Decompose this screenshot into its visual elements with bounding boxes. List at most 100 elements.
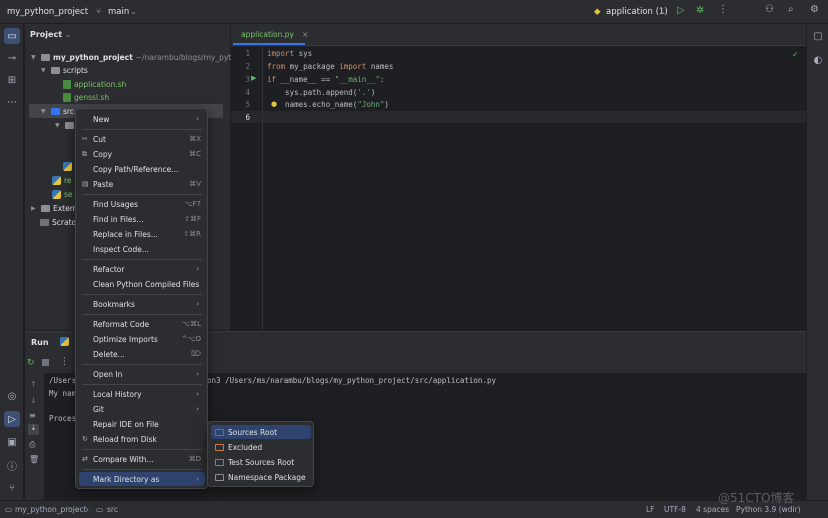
menu-item-reformat-code[interactable]: Reformat Code ⌥⌘L: [79, 317, 205, 331]
line-number: 1: [245, 49, 250, 58]
stop-icon[interactable]: [42, 359, 49, 366]
menu-item-cut[interactable]: ✂ Cut ⌘X: [79, 132, 205, 146]
tree-item-application-sh[interactable]: application.sh: [63, 78, 126, 91]
project-folder-icon[interactable]: ▭: [4, 28, 20, 44]
ai-assistant-icon[interactable]: ◐: [810, 52, 826, 68]
tree-item-label: src: [63, 107, 74, 116]
arrow-down-icon[interactable]: ↓: [30, 396, 37, 405]
folder-icon: ▭: [96, 505, 104, 514]
context-menu: New › ✂ Cut ⌘X ⧉ Copy ⌘C Copy Path/Reference.…: [75, 108, 208, 489]
chevron-down-icon[interactable]: ⌄: [659, 7, 666, 17]
indent[interactable]: 4 spaces: [696, 505, 729, 514]
menu-item-local-history[interactable]: Local History ›: [79, 387, 205, 401]
current-line-highlight: [231, 111, 806, 123]
menu-item-bookmarks[interactable]: Bookmarks ›: [79, 297, 205, 311]
tree-item-package[interactable]: ▼: [55, 119, 74, 132]
submenu-item-excluded[interactable]: Excluded: [211, 440, 311, 454]
debug-icon[interactable]: ✲: [696, 5, 704, 16]
submenu-item-namespace-package[interactable]: Namespace Package: [211, 470, 311, 484]
breadcrumb-folder[interactable]: src: [107, 505, 118, 514]
soft-wrap-icon[interactable]: ≡: [29, 411, 36, 420]
search-icon[interactable]: ⌕: [788, 4, 794, 15]
add-user-icon[interactable]: ⚇: [765, 4, 774, 15]
tree-item-setup[interactable]: se: [52, 188, 73, 201]
arrow-up-icon[interactable]: ↑: [30, 380, 37, 389]
cut-icon: ✂: [82, 135, 88, 143]
trash-icon[interactable]: 🗑: [29, 455, 39, 464]
menu-item-git[interactable]: Git ›: [79, 402, 205, 416]
run-icon[interactable]: ▷: [677, 5, 685, 16]
tree-item-requirements[interactable]: re: [52, 174, 72, 187]
menu-item-inspect-code[interactable]: Inspect Code...: [79, 242, 205, 256]
menu-item-open-in[interactable]: Open In ›: [79, 367, 205, 381]
tree-item-root[interactable]: ▼ my_python_project ~/narambu/blogs/my_pyt…: [31, 51, 249, 64]
encoding[interactable]: UTF-8: [664, 505, 686, 514]
menu-item-copy-path[interactable]: Copy Path/Reference...: [79, 162, 205, 176]
paste-icon: ▤: [82, 180, 89, 188]
more-horizontal-icon[interactable]: ⋯: [4, 94, 20, 110]
tree-item-python-file[interactable]: [63, 160, 72, 173]
gear-icon[interactable]: ⚙: [810, 4, 819, 15]
status-bar: ▭ my_python_project › ▭ src LF UTF-8 4 s…: [0, 500, 828, 518]
menu-item-new[interactable]: New ›: [79, 112, 205, 126]
menu-item-paste[interactable]: ▤ Paste ⌘V: [79, 177, 205, 191]
close-icon[interactable]: ×: [302, 30, 308, 39]
project-panel-title[interactable]: Project ⌄: [30, 30, 72, 39]
menu-item-copy[interactable]: ⧉ Copy ⌘C: [79, 147, 205, 161]
menu-separator: [82, 129, 202, 130]
tree-item-external-libraries[interactable]: ▶ Extern: [31, 202, 77, 215]
chevron-down-icon[interactable]: ⌄: [78, 7, 85, 17]
menu-separator: [82, 449, 202, 450]
run-gutter-icon[interactable]: ▶: [251, 74, 256, 82]
line-separator[interactable]: LF: [646, 505, 655, 514]
tab-application-py[interactable]: application.py ×: [233, 26, 308, 45]
run-tool-icon[interactable]: ▷: [4, 411, 20, 427]
structure-icon[interactable]: ⊞: [4, 72, 20, 88]
menu-item-delete[interactable]: Delete... ⌦: [79, 347, 205, 361]
menu-item-find-usages[interactable]: Find Usages ⌥F7: [79, 197, 205, 211]
more-icon[interactable]: ⋮: [60, 357, 69, 367]
tree-item-scratches[interactable]: Scrato: [40, 216, 76, 229]
menu-item-repair-ide[interactable]: Repair IDE on File: [79, 417, 205, 431]
submenu-item-sources-root[interactable]: Sources Root: [211, 425, 311, 439]
menu-item-replace-in-files[interactable]: Replace in Files... ⇧⌘R: [79, 227, 205, 241]
right-tool-strip: ▢ ◐: [806, 24, 828, 500]
terminal-icon[interactable]: ▣: [4, 434, 20, 450]
services-icon[interactable]: ◎: [4, 388, 20, 404]
tree-item-genssl-sh[interactable]: genssl.sh: [63, 91, 109, 104]
breadcrumb-project[interactable]: my_python_project: [15, 505, 87, 514]
submenu-item-test-sources-root[interactable]: Test Sources Root: [211, 455, 311, 469]
menu-item-reload-from-disk[interactable]: ↻ Reload from Disk: [79, 432, 205, 446]
left-tool-strip: ▭ ⊸ ⊞ ⋯ ◎ ▷ ▣ ⓘ ⑂: [0, 24, 24, 500]
menu-item-compare-with[interactable]: ⇄ Compare With... ⌘D: [79, 452, 205, 466]
tree-item-label: my_python_project: [53, 53, 133, 62]
commit-icon[interactable]: ⊸: [4, 50, 20, 66]
print-icon[interactable]: ⎙: [29, 440, 35, 450]
tree-item-label: genssl.sh: [74, 93, 110, 102]
scroll-to-end-icon[interactable]: ⇣: [28, 424, 39, 435]
more-icon[interactable]: ⋮: [718, 4, 728, 15]
menu-item-mark-directory-as[interactable]: Mark Directory as ›: [79, 472, 205, 486]
tree-item-label: re: [64, 176, 72, 185]
editor-tabs: [231, 24, 806, 46]
menu-item-refactor[interactable]: Refactor ›: [79, 262, 205, 276]
menu-item-clean-python[interactable]: Clean Python Compiled Files: [79, 277, 205, 291]
run-tab-python-icon[interactable]: [60, 337, 69, 346]
tab-label: application.py: [241, 30, 294, 39]
tree-item-label: scripts: [63, 66, 88, 75]
project-name[interactable]: my_python_project: [7, 7, 88, 17]
rerun-icon[interactable]: ↻: [27, 358, 35, 368]
branch-name[interactable]: main: [108, 7, 129, 17]
menu-item-find-in-files[interactable]: Find in Files... ⇧⌘F: [79, 212, 205, 226]
interpreter[interactable]: Python 3.9 (wdir): [736, 505, 801, 514]
breadcrumb-separator: ›: [86, 505, 89, 514]
chevron-down-icon[interactable]: ⌄: [130, 7, 137, 17]
tree-item-scripts[interactable]: ▼ scripts: [41, 64, 88, 77]
notifications-icon[interactable]: ▢: [810, 28, 826, 44]
tree-item-src[interactable]: ▼ src: [41, 105, 74, 118]
run-panel-title[interactable]: Run: [31, 338, 49, 347]
menu-item-optimize-imports[interactable]: Optimize Imports ^⌥O: [79, 332, 205, 346]
git-icon[interactable]: ⑂: [4, 480, 20, 496]
problems-icon[interactable]: ⓘ: [4, 457, 20, 473]
console-line: /Users: [49, 376, 77, 385]
